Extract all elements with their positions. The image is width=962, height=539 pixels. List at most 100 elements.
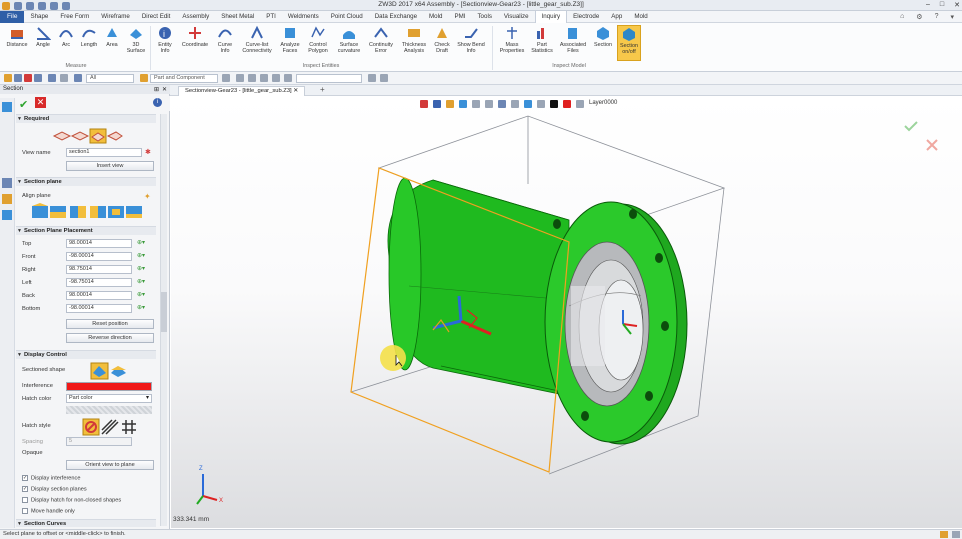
show-bend-info-button[interactable]: Show Bend Info (455, 25, 487, 61)
section-curves-section[interactable]: Section Curves (16, 519, 156, 528)
menu-item-sheet-metal[interactable]: Sheet Metal (215, 11, 260, 23)
control-polygon-button[interactable]: Control Polygon (304, 25, 332, 61)
front-field[interactable]: -98.00014 (66, 252, 132, 261)
feature-icon[interactable] (2, 194, 12, 204)
left-stepper-icon[interactable]: ⊕▾ (137, 278, 145, 285)
menu-item-app[interactable]: App (605, 11, 628, 23)
status-icon-2[interactable] (952, 531, 960, 538)
reverse-direction-button[interactable]: Reverse direction (66, 333, 154, 343)
render-mode-icon[interactable] (498, 100, 506, 108)
display-control-section[interactable]: Display Control (16, 350, 156, 360)
view-name-field[interactable]: section1 (66, 148, 142, 157)
required-section[interactable]: Required (16, 114, 156, 124)
maximize-icon[interactable]: □ (940, 1, 944, 9)
display-section-planes-check[interactable]: ✓ Display section planes (22, 486, 87, 492)
sectioned-shape-cut-icon[interactable] (111, 366, 126, 377)
hatch-style-diagonal-icon[interactable] (101, 419, 119, 435)
panel-close-icon[interactable]: ✕ (162, 86, 167, 93)
front-stepper-icon[interactable]: ⊕▾ (137, 252, 145, 259)
curve-info-button[interactable]: Curve Info (213, 25, 237, 61)
help-icon[interactable]: ? (935, 13, 939, 21)
spacing-field[interactable]: 5 (66, 437, 132, 446)
menu-item-free-form[interactable]: Free Form (54, 11, 95, 23)
hatch-color-chevron-down-icon[interactable]: ▾ (146, 394, 149, 401)
file-menu[interactable]: File (0, 10, 25, 23)
close-icon[interactable]: ✕ (954, 1, 960, 9)
menu-item-point-cloud[interactable]: Point Cloud (325, 11, 369, 23)
3d-viewport[interactable]: Z X 333.341 mm (171, 96, 962, 528)
status-icon-1[interactable] (940, 531, 948, 538)
view-cube-icon[interactable] (459, 100, 467, 108)
filter-icon[interactable] (48, 74, 56, 82)
menu-item-mold-2[interactable]: Mold (628, 11, 653, 23)
coordinate-button[interactable]: Coordinate (179, 25, 211, 61)
curve-list-connectivity-button[interactable]: Curve-list Connectivity (239, 25, 275, 61)
view-icon[interactable] (60, 74, 68, 82)
orient-view-button[interactable]: Orient view to plane (66, 460, 154, 470)
move-handle-check[interactable]: Move handle only (22, 508, 75, 514)
length-button[interactable]: Length (77, 25, 101, 61)
menu-item-tools[interactable]: Tools (471, 11, 497, 23)
history-tree-icon[interactable] (2, 178, 12, 188)
view-front-icon[interactable] (433, 100, 441, 108)
bottom-stepper-icon[interactable]: ⊕▾ (137, 304, 145, 311)
layer-icon[interactable] (284, 74, 292, 82)
angle-button[interactable]: Angle (31, 25, 55, 61)
menu-item-wireframe[interactable]: Wireframe (95, 11, 136, 23)
cancel-icon[interactable]: ✕ (35, 97, 46, 108)
reset-position-button[interactable]: Reset position (66, 319, 154, 329)
view-iso-icon[interactable] (446, 100, 454, 108)
view-manager-icon[interactable] (2, 210, 12, 220)
rotate-icon[interactable] (485, 100, 493, 108)
right-stepper-icon[interactable]: ⊕▾ (137, 265, 145, 272)
tool-icon[interactable] (380, 74, 388, 82)
document-tab[interactable]: Sectionview-Gear23 - [little_gear_sub.Z3… (178, 86, 306, 96)
part-statistics-button[interactable]: Part Statistics (529, 25, 555, 61)
display-hatch-check[interactable]: Display hatch for non-closed shapes (22, 497, 121, 503)
section-type-box-icon[interactable] (89, 128, 107, 144)
align-plane-bottom-icon[interactable] (126, 206, 142, 218)
surface-curvature-button[interactable]: Surface curvature (334, 25, 364, 61)
color-black-icon[interactable] (550, 100, 558, 108)
menu-item-inquiry[interactable]: Inquiry (534, 10, 568, 23)
shade-icon[interactable] (511, 100, 519, 108)
color-red-icon[interactable] (563, 100, 571, 108)
distance-button[interactable]: Distance (4, 25, 30, 61)
layer-manager-icon[interactable] (576, 100, 584, 108)
checkbox[interactable]: ✓ (22, 486, 28, 492)
align-plane-front-icon[interactable] (50, 206, 66, 218)
menu-item-pmi[interactable]: PMI (448, 11, 471, 23)
align-plane-back-icon[interactable] (108, 206, 124, 218)
menu-item-pti[interactable]: PTI (260, 11, 282, 23)
continuity-error-button[interactable]: Continuity Error (366, 25, 396, 61)
checkbox[interactable]: ✓ (22, 475, 28, 481)
entity-info-button[interactable]: i Entity Info (153, 25, 177, 61)
associated-files-button[interactable]: Associated Files (557, 25, 589, 61)
ribbon-toggle-icon[interactable]: ▾ (950, 13, 954, 21)
light-icon[interactable] (537, 100, 545, 108)
area-button[interactable]: Area (102, 25, 122, 61)
settings-icon[interactable]: ⚙ (916, 13, 922, 21)
top-stepper-icon[interactable]: ⊕▾ (137, 239, 145, 246)
bottom-field[interactable]: -98.00014 (66, 304, 132, 313)
interference-color-swatch[interactable] (66, 382, 152, 391)
panel-scrollbar[interactable] (160, 114, 167, 526)
thickness-analysis-button[interactable]: Thickness Analysis (399, 25, 429, 61)
section-type-custom-icon[interactable] (106, 131, 123, 141)
minimize-icon[interactable]: – (926, 1, 930, 9)
back-stepper-icon[interactable]: ⊕▾ (137, 291, 145, 298)
component-icon[interactable] (140, 74, 148, 82)
viewport-accept-icon[interactable] (904, 121, 918, 132)
sectioned-shape-solid-icon[interactable] (90, 362, 109, 380)
menu-item-shape[interactable]: Shape (24, 11, 54, 23)
menu-item-mold[interactable]: Mold (423, 11, 448, 23)
section-type-plane-icon[interactable] (52, 131, 72, 141)
home-icon[interactable]: ⌂ (900, 13, 904, 21)
tab-close-icon[interactable]: ✕ (293, 88, 298, 94)
grid-icon[interactable] (272, 74, 280, 82)
analyze-faces-button[interactable]: Analyze Faces (278, 25, 302, 61)
section-type-two-planes-icon[interactable] (70, 131, 90, 141)
hatch-style-cross-icon[interactable] (122, 420, 136, 434)
placement-section[interactable]: Section Plane Placement (16, 226, 156, 236)
scroll-thumb[interactable] (161, 292, 167, 332)
